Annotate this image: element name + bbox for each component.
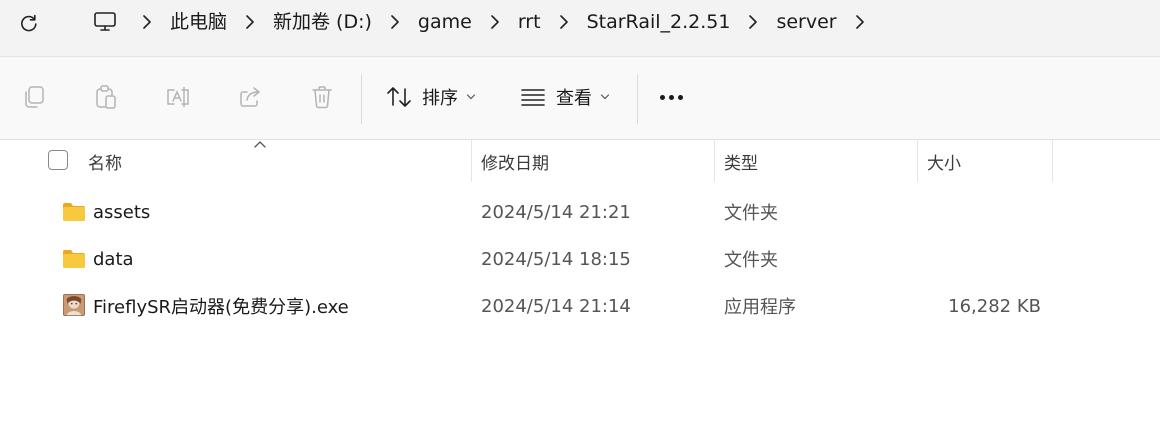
view-label: 查看	[556, 88, 592, 109]
column-divider[interactable]	[1052, 140, 1053, 182]
toolbar-divider	[637, 74, 638, 124]
column-header-row: 名称 修改日期 类型 大小	[0, 140, 1160, 182]
file-size: 16,282 KB	[948, 295, 1041, 317]
file-type: 文件夹	[724, 203, 778, 224]
chevron-right-icon[interactable]	[387, 12, 403, 32]
chevron-down-icon	[600, 94, 610, 100]
chevron-down-icon	[466, 94, 476, 100]
sort-icon	[387, 87, 411, 107]
app-icon	[63, 294, 85, 316]
address-bar: 此电脑 新加卷 (D:) game rrt StarRail_2.2.51 se…	[0, 0, 1160, 56]
column-divider[interactable]	[471, 140, 472, 182]
breadcrumb: 此电脑 新加卷 (D:) game rrt StarRail_2.2.51 se…	[78, 0, 1160, 44]
column-divider[interactable]	[917, 140, 918, 182]
share-icon	[240, 87, 260, 107]
more-icon	[678, 95, 683, 100]
refresh-button[interactable]	[14, 8, 44, 38]
breadcrumb-item-this-pc[interactable]: 此电脑	[170, 10, 227, 34]
refresh-icon	[21, 14, 37, 32]
copy-button[interactable]	[20, 83, 48, 111]
share-button[interactable]	[236, 83, 264, 111]
computer-icon	[94, 12, 116, 31]
file-type: 文件夹	[724, 250, 778, 271]
sort-label: 排序	[422, 88, 458, 109]
chevron-right-icon[interactable]	[556, 12, 572, 32]
breadcrumb-root[interactable]	[86, 7, 124, 37]
delete-icon	[312, 86, 332, 109]
column-header-modified[interactable]: 修改日期	[481, 140, 549, 182]
breadcrumb-item-rrt[interactable]: rrt	[518, 10, 541, 34]
file-row[interactable]: assets 2024/5/14 21:21 文件夹	[0, 189, 1160, 235]
column-header-type[interactable]: 类型	[724, 140, 758, 182]
folder-icon	[63, 203, 85, 221]
more-icon	[660, 95, 665, 100]
file-modified: 2024/5/14 21:21	[481, 201, 631, 223]
toolbar-divider	[361, 74, 362, 124]
column-header-size[interactable]: 大小	[927, 140, 961, 182]
chevron-right-icon[interactable]	[242, 12, 258, 32]
column-header-name[interactable]: 名称	[88, 140, 122, 182]
select-all-checkbox[interactable]	[48, 150, 68, 170]
column-divider[interactable]	[714, 140, 715, 182]
file-modified: 2024/5/14 21:14	[481, 295, 631, 317]
breadcrumb-item-starrail[interactable]: StarRail_2.2.51	[587, 10, 731, 34]
chevron-right-icon[interactable]	[487, 12, 503, 32]
file-name[interactable]: assets	[93, 189, 150, 235]
view-icon	[521, 89, 545, 106]
sort-button[interactable]: 排序	[386, 81, 476, 113]
breadcrumb-item-server[interactable]: server	[776, 10, 836, 34]
file-modified: 2024/5/14 18:15	[481, 248, 631, 270]
delete-button[interactable]	[308, 83, 336, 111]
more-button[interactable]	[660, 95, 683, 100]
file-row[interactable]: data 2024/5/14 18:15 文件夹	[0, 236, 1160, 282]
file-row[interactable]: FireflySR启动器(免费分享).exe 2024/5/14 21:14 应…	[0, 283, 1160, 329]
chevron-right-icon[interactable]	[745, 12, 761, 32]
breadcrumb-item-drive[interactable]: 新加卷 (D:)	[273, 10, 372, 34]
more-icon	[669, 95, 674, 100]
rename-icon	[167, 87, 189, 107]
paste-button[interactable]	[92, 83, 120, 111]
rename-button[interactable]	[164, 83, 192, 111]
paste-icon	[96, 85, 116, 109]
file-name[interactable]: FireflySR启动器(免费分享).exe	[93, 283, 349, 329]
chevron-right-icon[interactable]	[852, 12, 868, 32]
view-button[interactable]: 查看	[520, 81, 610, 113]
command-bar: 排序 查看	[0, 56, 1160, 140]
file-type: 应用程序	[724, 297, 796, 318]
copy-icon	[25, 86, 44, 108]
file-name[interactable]: data	[93, 236, 134, 282]
folder-icon	[63, 250, 85, 268]
breadcrumb-item-game[interactable]: game	[418, 10, 472, 34]
chevron-right-icon[interactable]	[139, 12, 155, 32]
